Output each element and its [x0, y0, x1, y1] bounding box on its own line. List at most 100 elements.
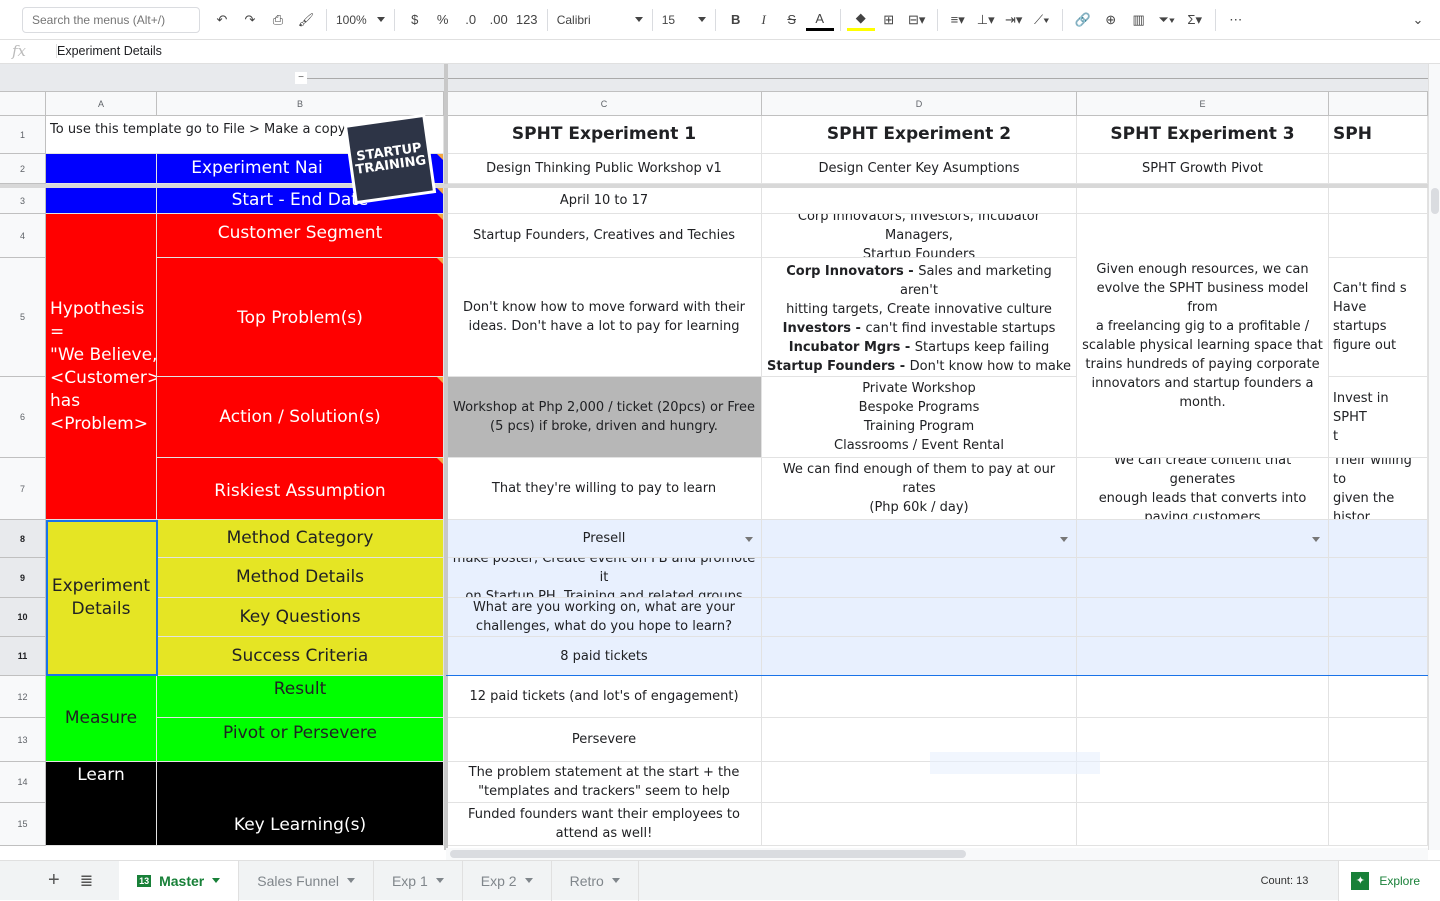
cell-d1[interactable]: SPHT Experiment 2 [762, 116, 1077, 154]
cell-c12[interactable]: 12 paid tickets (and lot's of engagement… [447, 676, 762, 718]
dropdown-arrow-icon[interactable] [1060, 536, 1068, 542]
cell-c5[interactable]: Don't know how to move forward with thei… [447, 258, 762, 377]
cell-f7[interactable]: Their willing to given the histor [1329, 458, 1428, 520]
cell-f10[interactable] [1329, 598, 1428, 637]
sheet-tab-exp-2[interactable]: Exp 2 [463, 860, 552, 901]
freeze-column-divider[interactable] [444, 64, 448, 850]
cell-d15[interactable] [762, 803, 1077, 846]
cell-d9[interactable] [762, 558, 1077, 598]
sheet-tab-retro[interactable]: Retro [552, 860, 639, 901]
cell-e10[interactable] [1077, 598, 1329, 637]
cell-e2[interactable]: SPHT Growth Pivot [1077, 154, 1329, 184]
cell-e11[interactable] [1077, 637, 1329, 676]
cell-c11[interactable]: 8 paid tickets [447, 637, 762, 676]
row-header-12[interactable]: 12 [0, 676, 46, 718]
cell-e4[interactable]: Given enough resources, we can evolve th… [1077, 214, 1329, 458]
functions-icon[interactable]: Σ▾ [1181, 6, 1209, 34]
cell-f11[interactable] [1329, 637, 1428, 676]
cell-c4[interactable]: Startup Founders, Creatives and Techies [447, 214, 762, 258]
fill-color-icon[interactable]: ◆ [846, 9, 875, 31]
dropdown-arrow-icon[interactable] [1312, 536, 1320, 542]
horizontal-scrollbar[interactable] [446, 848, 1428, 860]
more-icon[interactable]: ⋯ [1222, 6, 1250, 34]
column-header-b[interactable]: B [157, 92, 444, 116]
cell-e14[interactable] [1077, 762, 1329, 803]
cell-f4[interactable] [1329, 214, 1428, 258]
valign-icon[interactable]: ⊥▾ [972, 6, 1000, 34]
scroll-thumb[interactable] [1431, 188, 1439, 214]
rotate-icon[interactable]: ⟋▾ [1028, 6, 1056, 34]
sheet-tab-sales-funnel[interactable]: Sales Funnel [239, 860, 374, 901]
cell-c10[interactable]: What are you working on, what are your c… [447, 598, 762, 637]
cell-e13[interactable] [1077, 718, 1329, 762]
currency-button[interactable]: $ [401, 6, 429, 34]
cell-e1[interactable]: SPHT Experiment 3 [1077, 116, 1329, 154]
row-header-1[interactable]: 1 [0, 116, 46, 154]
cell-c8[interactable]: Presell [447, 520, 762, 558]
italic-icon[interactable]: I [750, 6, 778, 34]
cell-c13[interactable]: Persevere [447, 718, 762, 762]
cell-f14[interactable] [1329, 762, 1428, 803]
merge-icon[interactable]: ⊟▾ [903, 6, 931, 34]
cell-b9[interactable]: Method Details [157, 558, 444, 598]
cell-d2[interactable]: Design Center Key Asumptions [762, 154, 1077, 184]
cell-b13[interactable]: Pivot or Persevere [157, 718, 444, 762]
search-menus-input[interactable] [22, 6, 200, 33]
redo-icon[interactable]: ↷ [236, 6, 264, 34]
column-header-f[interactable] [1329, 92, 1428, 116]
cell-f12[interactable] [1329, 676, 1428, 718]
all-sheets-button[interactable]: ≣ [80, 871, 93, 891]
decrease-decimal-button[interactable]: .0 [457, 6, 485, 34]
cell-f3[interactable] [1329, 188, 1428, 214]
wrap-icon[interactable]: ⇥▾ [1000, 6, 1028, 34]
row-header-2[interactable]: 2 [0, 154, 46, 184]
cell-b5[interactable]: Top Problem(s) [157, 258, 444, 377]
row-header-13[interactable]: 13 [0, 718, 46, 762]
cell-e3[interactable] [1077, 188, 1329, 214]
cell-c1[interactable]: SPHT Experiment 1 [447, 116, 762, 154]
cell-c14[interactable]: The problem statement at the start + the… [447, 762, 762, 803]
collapse-icon[interactable]: ⌄ [1404, 6, 1432, 34]
column-header-c[interactable]: C [447, 92, 762, 116]
strikethrough-icon[interactable]: S [778, 6, 806, 34]
bold-icon[interactable]: B [722, 6, 750, 34]
cell-f9[interactable] [1329, 558, 1428, 598]
cell-d11[interactable] [762, 637, 1077, 676]
font-select[interactable]: Calibri [554, 6, 646, 34]
more-formats-button[interactable]: 123 [513, 6, 541, 34]
cell-f5[interactable]: Can't find s Have startups figure out [1329, 258, 1428, 377]
row-header-5[interactable]: 5 [0, 258, 46, 377]
row-header-9[interactable]: 9 [0, 558, 46, 598]
cell-f6[interactable]: Invest in SPHT t [1329, 377, 1428, 458]
count-summary[interactable]: Count: 13 [1261, 875, 1309, 887]
undo-icon[interactable]: ↶ [208, 6, 236, 34]
cell-b8[interactable]: Method Category [157, 520, 444, 558]
row-header-11[interactable]: 11 [0, 637, 46, 676]
cell-b10[interactable]: Key Questions [157, 598, 444, 637]
select-all-corner[interactable] [0, 92, 46, 116]
cell-b14[interactable]: Key Learning(s) [157, 762, 444, 846]
cell-c9[interactable]: make poster, Create event on FB and prom… [447, 558, 762, 598]
row-header-6[interactable]: 6 [0, 377, 46, 458]
paint-format-icon[interactable]: 🖌 [292, 6, 320, 34]
sheet-tab-exp-1[interactable]: Exp 1 [374, 860, 463, 901]
cell-d8[interactable] [762, 520, 1077, 558]
cell-f13[interactable] [1329, 718, 1428, 762]
cell-a4[interactable]: Hypothesis = "We Believe, <Customer> has… [46, 214, 157, 520]
cell-d6[interactable]: Private Workshop Bespoke Programs Traini… [762, 377, 1077, 458]
filter-icon[interactable]: ⏷▾ [1153, 6, 1181, 34]
cell-d4[interactable]: Corp Innovators, Investors, Incubator Ma… [762, 214, 1077, 258]
cell-b11[interactable]: Success Criteria [157, 637, 444, 676]
cell-c2[interactable]: Design Thinking Public Workshop v1 [447, 154, 762, 184]
row-header-15[interactable]: 15 [0, 803, 46, 846]
dropdown-arrow-icon[interactable] [745, 536, 753, 542]
scroll-thumb[interactable] [450, 850, 966, 858]
font-size-select[interactable]: 15 [659, 6, 709, 34]
cell-e15[interactable] [1077, 803, 1329, 846]
cell-e7[interactable]: We can create content that generates eno… [1077, 458, 1329, 520]
cell-d5[interactable]: Corp Innovators - Sales and marketing ar… [762, 258, 1077, 377]
cell-c15[interactable]: Funded founders want their employees to … [447, 803, 762, 846]
print-icon[interactable]: ⎙ [264, 6, 292, 34]
column-header-d[interactable]: D [762, 92, 1077, 116]
cell-a8[interactable]: Experiment Details [46, 520, 157, 676]
